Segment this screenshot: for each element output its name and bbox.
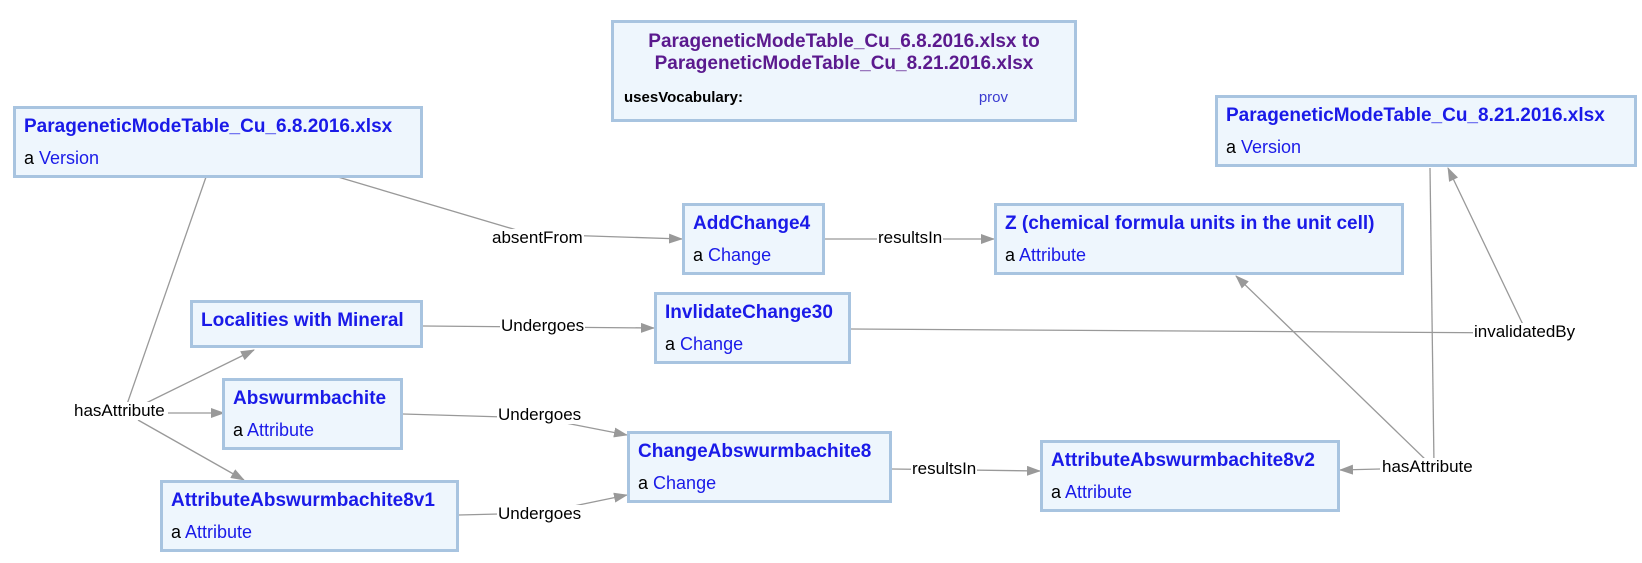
type-prefix: a	[665, 334, 676, 354]
node-attributeabswurmbachite8v2[interactable]: AttributeAbswurmbachite8v2 a Attribute	[1040, 440, 1340, 512]
edge-label-resultsin-2: resultsIn	[911, 459, 978, 478]
node-type: a Attribute	[233, 419, 392, 441]
node-title[interactable]: ParageneticModeTable_Cu_6.8.2016.xlsx	[24, 115, 412, 139]
node-title[interactable]: AddChange4	[693, 212, 814, 236]
node-invlidatechange30[interactable]: InvlidateChange30 a Change	[654, 292, 851, 364]
node-version-6-8-2016[interactable]: ParageneticModeTable_Cu_6.8.2016.xlsx a …	[13, 106, 423, 178]
node-addchange4[interactable]: AddChange4 a Change	[682, 203, 825, 275]
node-title[interactable]: AttributeAbswurmbachite8v2	[1051, 449, 1329, 473]
node-attributeabswurmbachite8v1[interactable]: AttributeAbswurmbachite8v1 a Attribute	[160, 480, 459, 552]
edge-label-resultsin-1: resultsIn	[877, 228, 944, 247]
node-class-link[interactable]: Attribute	[247, 420, 314, 440]
graph-title-line2: ParageneticModeTable_Cu_8.21.2016.xlsx	[654, 53, 1034, 74]
uses-vocabulary-value[interactable]: prov	[979, 89, 1008, 106]
type-prefix: a	[693, 245, 704, 265]
edge-hasattribute-2-trunk	[1429, 167, 1435, 466]
node-type: a Version	[24, 147, 412, 169]
graph-title-line1: ParageneticModeTable_Cu_6.8.2016.xlsx to	[648, 31, 1040, 52]
edge-label-invalidatedby: invalidatedBy	[1473, 322, 1577, 341]
node-class-link[interactable]: Attribute	[1019, 245, 1086, 265]
edge-label-hasattribute-2: hasAttribute	[1381, 457, 1474, 476]
node-title[interactable]: Abswurmbachite	[233, 387, 392, 411]
node-type: a Attribute	[1005, 244, 1393, 266]
node-class-link[interactable]: Change	[653, 473, 716, 493]
node-title[interactable]: AttributeAbswurmbachite8v1	[171, 489, 448, 513]
edge-hasattribute-2-a2	[1339, 464, 1381, 475]
edge-label-hasattribute-1: hasAttribute	[73, 401, 166, 420]
node-type: a Change	[665, 333, 840, 355]
node-type: a Change	[693, 244, 814, 266]
type-prefix: a	[638, 473, 649, 493]
node-title[interactable]: ParageneticModeTable_Cu_8.21.2016.xlsx	[1226, 104, 1626, 128]
node-class-link[interactable]: Version	[1241, 137, 1301, 157]
node-title[interactable]: Z (chemical formula units in the unit ce…	[1005, 212, 1393, 236]
edge-label-undergoes-2: Undergoes	[497, 405, 583, 424]
edge-hasattribute-1-trunk	[124, 176, 207, 411]
edge-hasattribute-2-z	[1235, 275, 1429, 463]
node-class-link[interactable]: Version	[39, 148, 99, 168]
type-prefix: a	[1226, 137, 1237, 157]
node-type: a Change	[638, 472, 881, 494]
graph-header-node[interactable]: ParageneticModeTable_Cu_6.8.2016.xlsx to…	[611, 20, 1077, 122]
edge-label-absentfrom: absentFrom	[491, 228, 584, 247]
uses-vocabulary-row: usesVocabulary: prov	[620, 89, 1068, 106]
edge-label-undergoes-1: Undergoes	[500, 316, 586, 335]
node-title[interactable]: ChangeAbswurmbachite8	[638, 440, 881, 464]
type-prefix: a	[24, 148, 35, 168]
node-type: a Attribute	[171, 521, 448, 543]
node-class-link[interactable]: Attribute	[1065, 482, 1132, 502]
node-class-link[interactable]: Change	[708, 245, 771, 265]
uses-vocabulary-label: usesVocabulary:	[624, 89, 743, 106]
node-localities-with-mineral[interactable]: Localities with Mineral	[190, 300, 423, 348]
node-abswurmbachite[interactable]: Abswurmbachite a Attribute	[222, 378, 403, 450]
type-prefix: a	[1051, 482, 1062, 502]
provenance-graph: ParageneticModeTable_Cu_6.8.2016.xlsx to…	[0, 0, 1642, 563]
node-title[interactable]: InvlidateChange30	[665, 301, 840, 325]
node-version-8-21-2016[interactable]: ParageneticModeTable_Cu_8.21.2016.xlsx a…	[1215, 95, 1637, 167]
edge-label-undergoes-3: Undergoes	[497, 504, 583, 523]
node-class-link[interactable]: Attribute	[185, 522, 252, 542]
node-title[interactable]: Localities with Mineral	[201, 309, 412, 333]
node-type: a Version	[1226, 136, 1626, 158]
node-class-link[interactable]: Change	[680, 334, 743, 354]
type-prefix: a	[171, 522, 182, 542]
node-type: a Attribute	[1051, 481, 1329, 503]
node-z-attribute[interactable]: Z (chemical formula units in the unit ce…	[994, 203, 1404, 275]
type-prefix: a	[233, 420, 244, 440]
node-changeabswurmbachite8[interactable]: ChangeAbswurmbachite8 a Change	[627, 431, 892, 503]
type-prefix: a	[1005, 245, 1016, 265]
